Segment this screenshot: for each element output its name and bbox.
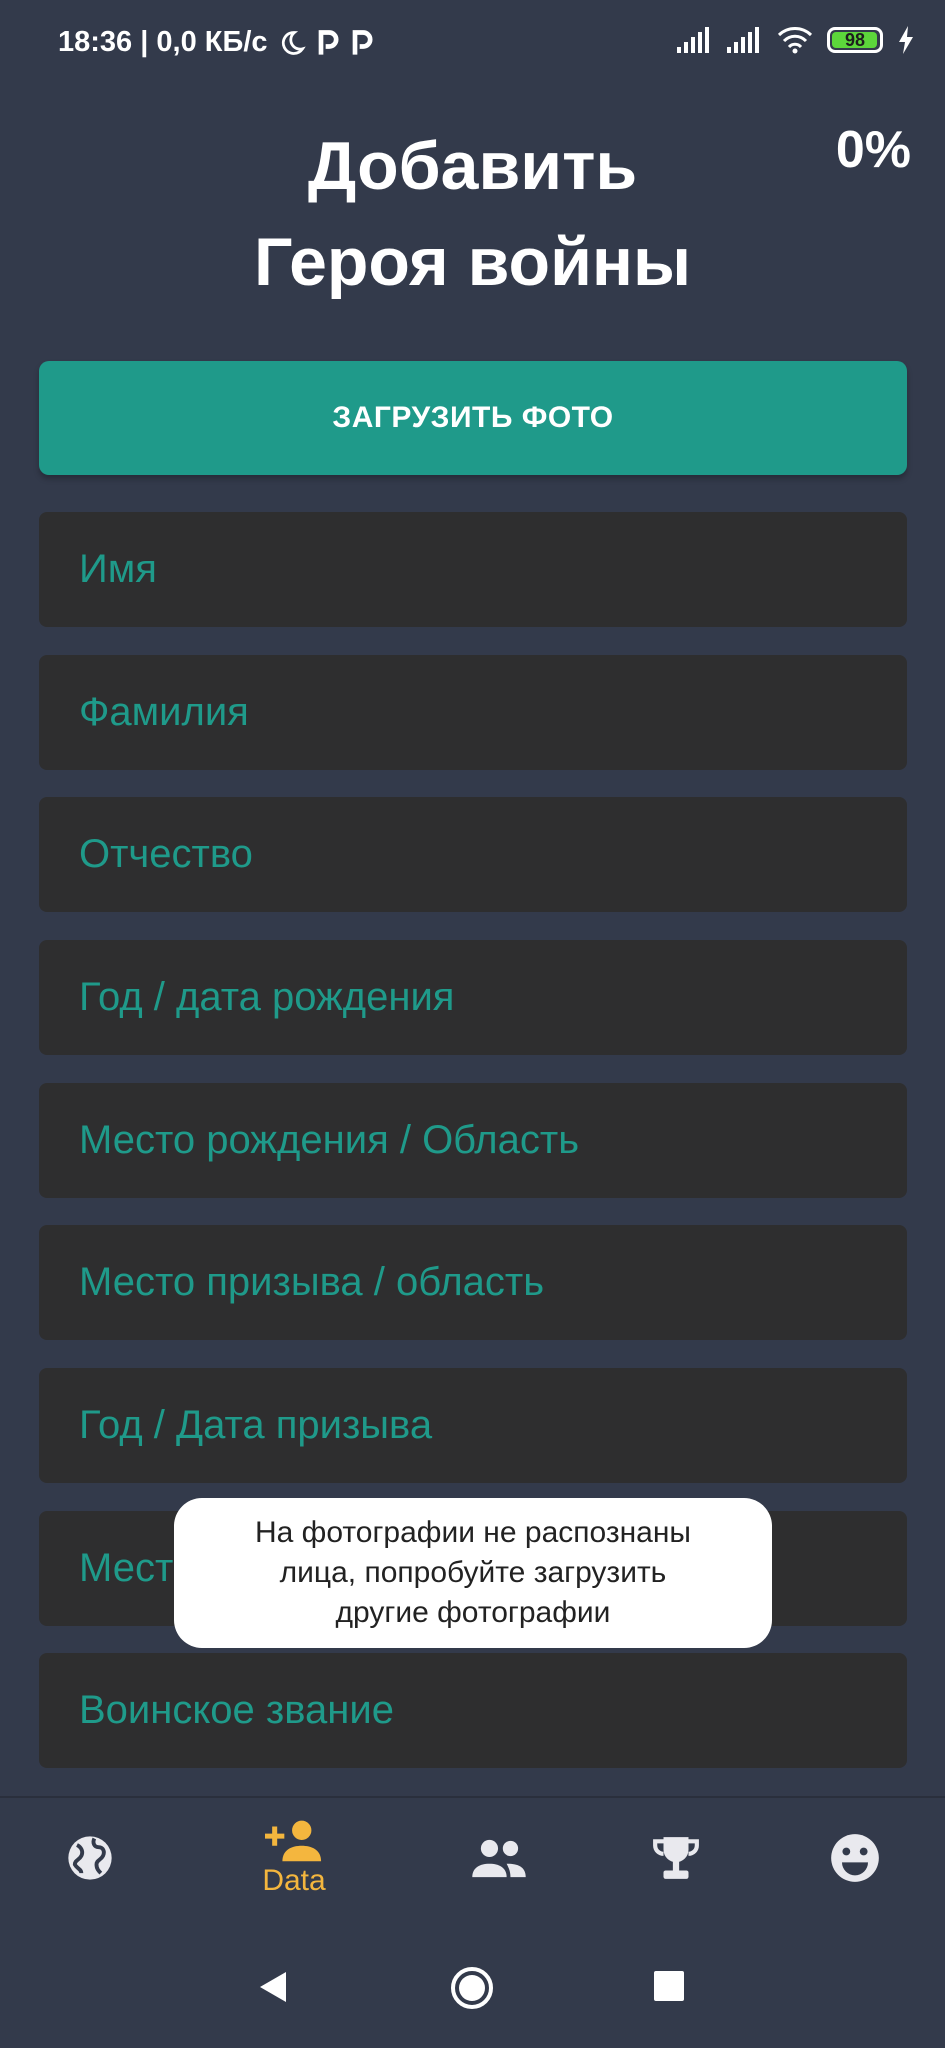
nav-item-data[interactable]: Data — [234, 1798, 354, 1918]
progress-indicator: 0% — [835, 121, 911, 179]
conscription-date-field[interactable]: Год / Дата призыва — [39, 1368, 907, 1483]
birth-place-field[interactable]: Место рождения / Область — [39, 1083, 907, 1198]
nav-item-people[interactable] — [439, 1798, 559, 1918]
bottom-navigation: Data — [0, 1796, 945, 1918]
add-person-icon — [265, 1820, 322, 1862]
page-title-line1: Добавить — [307, 128, 638, 204]
status-right: 98 — [677, 26, 915, 54]
page-title-line2: Героя войны — [253, 224, 692, 300]
patronymic-field[interactable]: Отчество — [39, 797, 907, 912]
birth-date-field[interactable]: Год / дата рождения — [39, 940, 907, 1055]
battery-level: 98 — [844, 29, 866, 50]
battery-icon: 98 — [827, 27, 883, 53]
smiley-icon — [831, 1834, 879, 1882]
status-bar: 18:36 | 0,0 КБ/с 98 — [0, 0, 945, 88]
toast-line: лица, попробуйте загрузить — [279, 1556, 667, 1589]
upload-photo-button[interactable]: ЗАГРУЗИТЬ ФОТО — [39, 361, 907, 475]
nav-label-data: Data — [262, 1864, 326, 1897]
people-icon — [472, 1839, 526, 1878]
parking-icon — [352, 29, 372, 55]
parking-icon — [318, 29, 338, 55]
last-name-field[interactable]: Фамилия — [39, 655, 907, 770]
nav-item-globe[interactable] — [30, 1798, 150, 1918]
conscription-place-field[interactable]: Место призыва / область — [39, 1225, 907, 1340]
recents-icon[interactable] — [654, 1971, 684, 2001]
toast-message: На фотографии не распознаны лица, попроб… — [174, 1498, 772, 1648]
page-title: Добавить Героя войны — [0, 118, 945, 310]
trophy-icon — [653, 1837, 699, 1879]
first-name-field[interactable]: Имя — [39, 512, 907, 627]
nav-item-profile[interactable] — [795, 1798, 915, 1918]
military-rank-field[interactable]: Воинское звание — [39, 1653, 907, 1768]
status-left: 18:36 | 0,0 КБ/с — [58, 26, 374, 59]
toast-line: На фотографии не распознаны — [254, 1516, 691, 1549]
home-icon[interactable] — [450, 1966, 494, 2010]
moon-icon — [281, 30, 306, 55]
wifi-icon — [777, 27, 813, 54]
toast-line: другие фотографии — [335, 1596, 611, 1629]
back-icon[interactable] — [258, 1970, 288, 2004]
system-navigation-bar — [0, 1930, 945, 2048]
globe-icon — [68, 1836, 112, 1880]
nav-item-trophy[interactable] — [616, 1798, 736, 1918]
charging-icon — [899, 26, 913, 54]
signal-icon — [727, 27, 759, 53]
signal-icon — [677, 27, 709, 53]
status-time: 18:36 | 0,0 КБ/с — [58, 26, 268, 58]
